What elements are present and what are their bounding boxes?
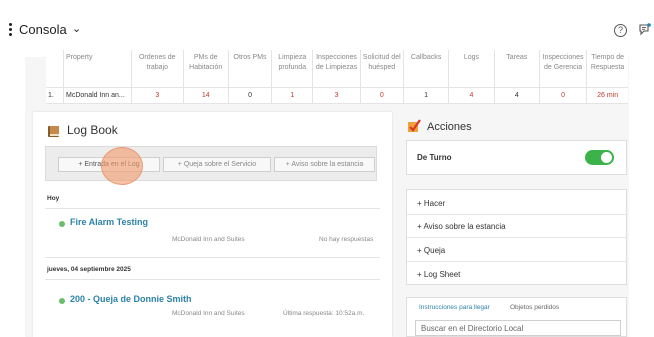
log-book-panel: Log Book + Entrada en el Log + Queja sob…: [33, 112, 392, 337]
checkmark-icon: [408, 119, 421, 132]
col-header-callbacks: Callbacks: [403, 50, 450, 87]
log-entry-property: McDonald Inn and Suites: [172, 310, 245, 317]
book-icon: [48, 126, 59, 137]
log-actions-bar: + Entrada en el Log + Queja sobre el Ser…: [45, 146, 377, 181]
on-duty-toggle[interactable]: [585, 150, 614, 165]
table-cell[interactable]: 0: [539, 86, 588, 104]
col-header-management-inspections: Inspecciones de Gerencia: [539, 50, 588, 87]
status-dot-icon: [59, 298, 65, 304]
log-entry-property: McDonald Inn and Suites: [172, 236, 245, 243]
table-cell-property[interactable]: McDonald Inn an...: [63, 86, 133, 104]
status-dot-icon: [59, 221, 65, 227]
click-ripple: [101, 147, 143, 185]
table-cell: 1.: [46, 86, 65, 104]
col-header-deep-clean: Limpieza profunda: [271, 50, 314, 87]
table-cell[interactable]: 14: [183, 86, 229, 104]
stats-header-row: Property Ordenes de trabajo PMs de Habit…: [46, 50, 628, 87]
col-header-tasks: Tareas: [494, 50, 540, 87]
table-cell[interactable]: 0: [228, 86, 273, 104]
action-stay-notice-link[interactable]: + Aviso sobre la estancia: [417, 222, 506, 231]
log-book-title: Log Book: [67, 123, 118, 137]
log-entry-status: Última respuesta: 10:52a.m.: [283, 310, 365, 317]
col-header-property: Property: [63, 50, 133, 87]
tab-directions[interactable]: Instrucciones para llegar: [419, 304, 490, 311]
top-bar: Consola ⌄ ?: [0, 0, 654, 57]
log-entry-title[interactable]: Fire Alarm Testing: [70, 217, 148, 227]
on-duty-card: De Turno: [406, 140, 627, 175]
col-header-work-orders: Ordenes de trabajo: [131, 50, 184, 87]
table-cell[interactable]: 4: [448, 86, 495, 104]
table-cell[interactable]: 26 min: [586, 86, 628, 104]
actions-list-card: + Hacer + Aviso sobre la estancia + Quej…: [406, 189, 627, 285]
divider: [45, 208, 380, 209]
add-stay-notice-button[interactable]: + Aviso sobre la estancia: [274, 157, 375, 172]
date-label: jueves, 04 septiembre 2025: [47, 266, 131, 273]
help-icon[interactable]: ?: [614, 24, 627, 37]
divider: [45, 257, 380, 258]
col-header-room-pms: PMs de Habitación: [183, 50, 229, 87]
table-cell[interactable]: 0: [360, 86, 404, 104]
actions-title: Acciones: [427, 121, 472, 133]
table-cell[interactable]: 3: [312, 86, 361, 104]
col-header-guest-requests: Solicitud del huésped: [360, 50, 404, 87]
directory-card: Instrucciones para llegar Objetos perdid…: [406, 297, 627, 337]
stats-table: Property Ordenes de trabajo PMs de Habit…: [46, 50, 628, 104]
action-log-sheet-link[interactable]: + Log Sheet: [417, 270, 460, 279]
divider: [407, 261, 626, 262]
col-header-other-pms: Otros PMs: [228, 50, 273, 87]
today-label: Hoy: [47, 195, 60, 202]
table-row[interactable]: 1. McDonald Inn an... 3 14 0 1 3 0 1 4 4…: [46, 86, 628, 104]
col-header-cleaning-inspections: Inspecciones de Limpiezas: [312, 50, 361, 87]
col-header-index: [46, 50, 65, 87]
divider: [45, 279, 380, 280]
tab-lost-and-found[interactable]: Objetos perdidos: [510, 304, 559, 311]
console-title[interactable]: Consola: [19, 22, 67, 37]
add-service-complaint-button[interactable]: + Queja sobre el Servicio: [163, 157, 271, 172]
col-header-response-time: Tiempo de Respuesta: [590, 54, 625, 71]
divider: [407, 214, 626, 215]
table-cell[interactable]: 1: [403, 86, 450, 104]
col-header-logs: Logs: [448, 50, 495, 87]
log-entry-title[interactable]: 200 - Queja de Donnie Smith: [70, 294, 192, 304]
action-do-link[interactable]: + Hacer: [417, 199, 445, 208]
divider: [407, 237, 626, 238]
table-cell[interactable]: 1: [271, 86, 314, 104]
table-cell[interactable]: 3: [131, 86, 184, 104]
action-complaint-link[interactable]: + Queja: [417, 246, 445, 255]
log-entry-status: No hay respuestas: [319, 236, 374, 243]
chat-notification-icon[interactable]: [638, 23, 651, 36]
table-cell[interactable]: 4: [494, 86, 540, 104]
drag-handle-icon[interactable]: [9, 23, 12, 37]
on-duty-label: De Turno: [417, 153, 452, 162]
chevron-down-icon[interactable]: ⌄: [72, 22, 81, 35]
directory-search-input[interactable]: Buscar en el Directorio Local: [415, 320, 621, 336]
